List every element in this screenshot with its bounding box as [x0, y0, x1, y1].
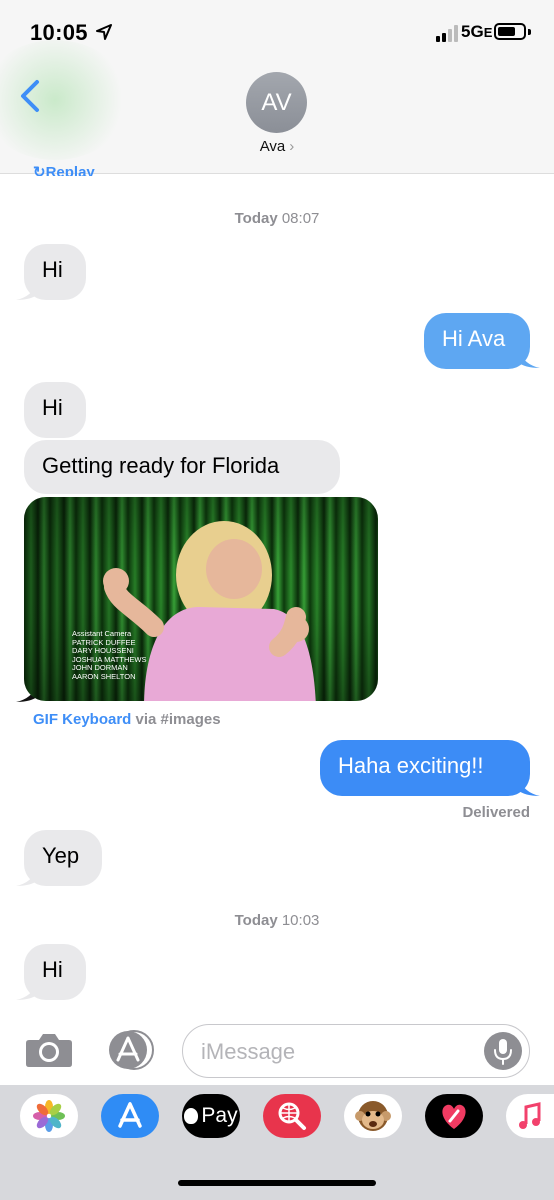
digital-touch-icon[interactable]: [425, 1094, 483, 1138]
received-message[interactable]: Yep: [24, 830, 102, 886]
delivered-status: Delivered: [462, 804, 530, 821]
photos-icon[interactable]: [20, 1094, 78, 1138]
timestamp: Today 08:07: [234, 210, 320, 227]
input-placeholder: iMessage: [201, 1039, 296, 1064]
replay-icon: ↻: [33, 166, 46, 176]
received-message[interactable]: Hi: [24, 944, 86, 1000]
received-message[interactable]: Hi: [24, 382, 86, 438]
sent-message[interactable]: Haha exciting!!: [320, 740, 530, 796]
replay-link[interactable]: ↻Replay: [33, 166, 95, 176]
camera-icon[interactable]: [25, 1030, 73, 1068]
battery-icon: [494, 23, 526, 40]
back-chevron-icon[interactable]: [16, 78, 46, 114]
chevron-right-icon: ›: [289, 138, 295, 155]
signal-strength-icon: [436, 24, 458, 42]
status-time: 10:05: [30, 20, 88, 45]
contact-avatar[interactable]: AV: [246, 72, 307, 133]
replay-label: Replay: [45, 166, 95, 176]
network-type: 5GE: [461, 22, 493, 41]
gif-via-text: via #images: [135, 711, 221, 728]
received-message[interactable]: Getting ready for Florida: [24, 440, 340, 494]
music-icon[interactable]: [506, 1094, 554, 1138]
apple-logo-icon: [184, 1108, 199, 1124]
status-bar: 10:05 5GE: [0, 0, 554, 70]
gif-attribution: GIF Keyboard via #images: [33, 711, 221, 728]
sent-message[interactable]: Hi Ava: [424, 313, 530, 369]
gif-credits: Assistant Camera PATRICK DUFFEE DARY HOU…: [72, 629, 147, 681]
microphone-icon[interactable]: [484, 1032, 522, 1070]
home-indicator[interactable]: [178, 1180, 376, 1186]
timestamp: Today 10:03: [234, 912, 320, 929]
animoji-icon[interactable]: [344, 1094, 402, 1138]
battery-tip: [528, 29, 531, 35]
gif-message[interactable]: Assistant Camera PATRICK DUFFEE DARY HOU…: [24, 497, 378, 701]
apple-pay-label: Pay: [201, 1104, 238, 1127]
contact-name-row[interactable]: Ava ›: [0, 138, 554, 155]
app-store-icon[interactable]: [101, 1094, 159, 1138]
location-arrow-icon: [96, 24, 112, 40]
received-message[interactable]: Hi: [24, 244, 86, 300]
imessage-input[interactable]: iMessage: [182, 1024, 530, 1078]
apple-pay-icon[interactable]: Pay: [182, 1094, 240, 1138]
web-search-icon[interactable]: [263, 1094, 321, 1138]
gif-keyboard-link[interactable]: GIF Keyboard: [33, 711, 131, 728]
app-store-drawer-icon[interactable]: [104, 1030, 156, 1070]
contact-name: Ava: [259, 138, 286, 155]
